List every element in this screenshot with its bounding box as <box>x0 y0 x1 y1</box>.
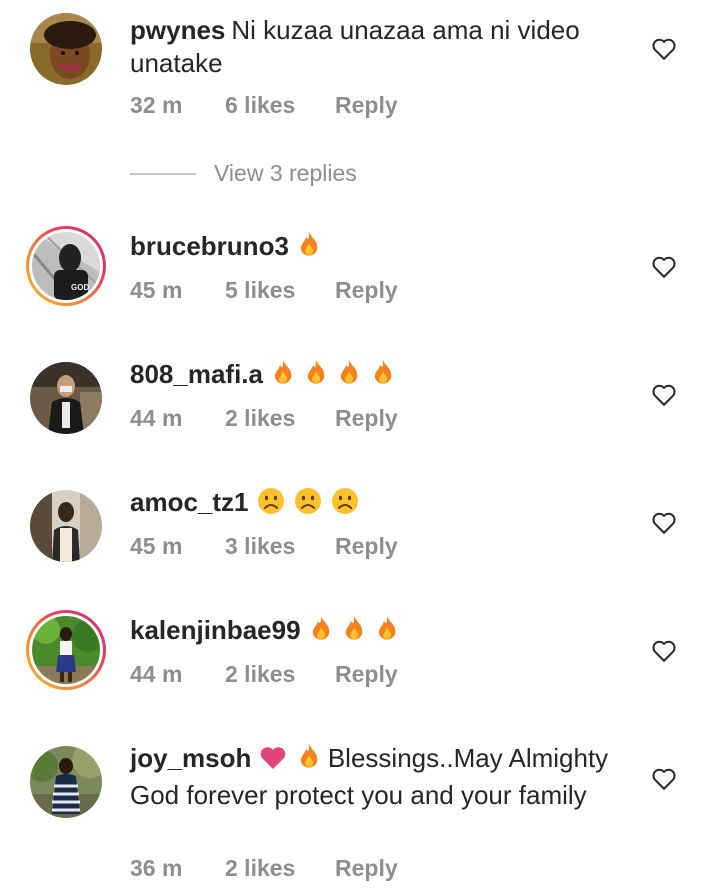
avatar-image <box>30 746 102 818</box>
like-heart-icon[interactable] <box>651 767 677 791</box>
reply-button[interactable]: Reply <box>335 533 398 560</box>
comment-time: 45 m <box>130 533 183 559</box>
fire-emoji-icon <box>271 359 295 395</box>
comment-likes[interactable]: 2 likes <box>225 855 295 882</box>
avatar-image <box>30 362 102 434</box>
comment-time: 32 m <box>130 92 183 118</box>
avatar-story-ring[interactable] <box>26 610 106 690</box>
svg-text:GOD: GOD <box>71 283 89 292</box>
fire-emoji-icon <box>304 359 328 395</box>
avatar[interactable] <box>26 9 106 89</box>
reply-button[interactable]: Reply <box>335 405 398 432</box>
reply-button[interactable]: Reply <box>335 661 398 688</box>
avatar-story-ring[interactable]: GOD <box>26 226 106 306</box>
like-heart-icon[interactable] <box>651 255 677 279</box>
comment-time: 45 m <box>130 277 183 303</box>
heart-emoji-icon <box>259 745 287 779</box>
like-heart-icon[interactable] <box>651 511 677 535</box>
avatar[interactable] <box>26 358 106 438</box>
like-heart-icon[interactable] <box>651 639 677 663</box>
avatar-image: GOD <box>32 232 100 300</box>
comment-likes[interactable]: 6 likes <box>225 92 295 119</box>
view-replies-link[interactable]: View 3 replies <box>214 160 357 187</box>
avatar-image <box>30 490 102 562</box>
comment-likes[interactable]: 5 likes <box>225 277 295 304</box>
view-replies-divider <box>130 173 196 175</box>
fire-emoji-icon <box>337 359 361 395</box>
fire-emoji-icon <box>297 231 321 267</box>
fire-emoji-icon <box>371 359 395 395</box>
comment-username[interactable]: joy_msoh <box>130 743 251 773</box>
fire-emoji-icon <box>297 743 321 779</box>
sad-face-emoji-icon <box>257 487 285 523</box>
fire-emoji-icon <box>342 615 366 651</box>
fire-emoji-icon <box>375 615 399 651</box>
like-heart-icon[interactable] <box>651 37 677 61</box>
avatar-image <box>30 13 102 85</box>
comment-username[interactable]: kalenjinbae99 <box>130 615 301 645</box>
sad-face-emoji-icon <box>294 487 322 523</box>
comment-likes[interactable]: 2 likes <box>225 405 295 432</box>
comment-time: 44 m <box>130 661 183 687</box>
comment-username[interactable]: pwynes <box>130 15 225 45</box>
comment-likes[interactable]: 3 likes <box>225 533 295 560</box>
avatar[interactable] <box>26 742 106 822</box>
fire-emoji-icon <box>309 615 333 651</box>
comment-username[interactable]: brucebruno3 <box>130 231 289 261</box>
comment-time: 44 m <box>130 405 183 431</box>
comment-likes[interactable]: 2 likes <box>225 661 295 688</box>
like-heart-icon[interactable] <box>651 383 677 407</box>
comment-username[interactable]: amoc_tz1 <box>130 487 249 517</box>
avatar[interactable] <box>26 486 106 566</box>
comment-time: 36 m <box>130 855 183 881</box>
comment-username[interactable]: 808_mafi.a <box>130 359 263 389</box>
avatar-image <box>32 616 100 684</box>
sad-face-emoji-icon <box>331 487 359 523</box>
reply-button[interactable]: Reply <box>335 92 398 119</box>
reply-button[interactable]: Reply <box>335 277 398 304</box>
reply-button[interactable]: Reply <box>335 855 398 882</box>
